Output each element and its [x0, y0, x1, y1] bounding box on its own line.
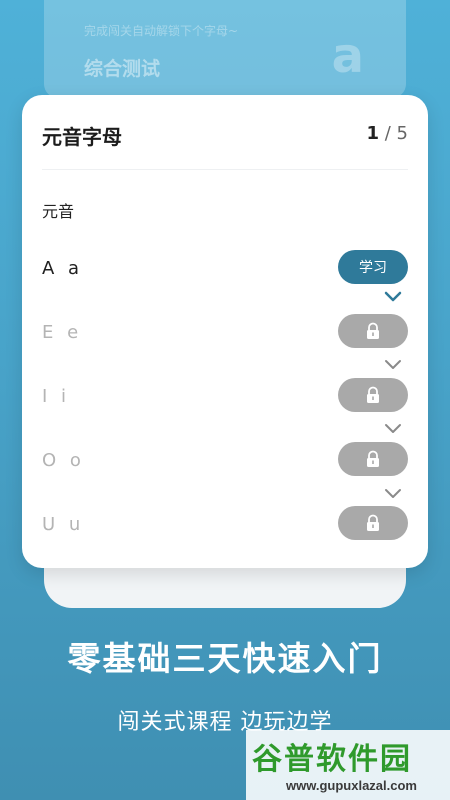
- chevron-down-icon: [385, 360, 401, 369]
- lesson-row-a[interactable]: A a 学习: [42, 250, 408, 286]
- background-card-title: 综合测试: [84, 58, 161, 80]
- locked-button[interactable]: [338, 442, 408, 476]
- card-title: 元音字母: [42, 125, 122, 149]
- lock-icon: [367, 450, 379, 467]
- lock-icon: [367, 514, 379, 531]
- card-header: 元音字母 1 / 5: [42, 113, 408, 170]
- watermark-logo: 谷普软件园: [252, 742, 412, 777]
- lesson-row-o[interactable]: O o: [42, 442, 408, 478]
- lesson-letter: O o: [42, 450, 85, 471]
- background-big-letter: a: [331, 28, 364, 84]
- locked-button[interactable]: [338, 378, 408, 412]
- chevron-down-icon: [385, 489, 401, 498]
- lesson-row-u[interactable]: U u: [42, 506, 408, 542]
- learn-button[interactable]: 学习: [338, 250, 408, 284]
- promo-headline: 零基础三天快速入门: [67, 639, 383, 678]
- lock-icon: [367, 322, 379, 339]
- lesson-card: 元音字母 1 / 5 元音 A a 学习 E e I i O o U u: [22, 95, 428, 568]
- lesson-row-e[interactable]: E e: [42, 314, 408, 350]
- lesson-letter: E e: [42, 322, 83, 343]
- background-hint-text: 完成闯关自动解锁下个字母~: [84, 24, 239, 38]
- locked-button[interactable]: [338, 314, 408, 348]
- lesson-row-i[interactable]: I i: [42, 378, 408, 414]
- lesson-letter: U u: [42, 514, 85, 535]
- section-label: 元音: [42, 202, 75, 221]
- locked-button[interactable]: [338, 506, 408, 540]
- learn-button-label: 学习: [359, 260, 387, 276]
- lesson-letter: A a: [42, 258, 84, 279]
- chevron-down-icon: [384, 291, 402, 302]
- chevron-down-icon: [385, 424, 401, 433]
- watermark: 谷普软件园 www.gupuxlazal.com: [246, 730, 450, 800]
- lock-icon: [367, 386, 379, 403]
- progress-indicator: 1 / 5: [366, 123, 408, 144]
- progress-separator: /: [384, 123, 391, 144]
- progress-current: 1: [366, 123, 379, 144]
- lesson-letter: I i: [42, 386, 71, 407]
- background-level-card: 完成闯关自动解锁下个字母~ 综合测试 a: [44, 0, 406, 98]
- progress-total: 5: [396, 123, 408, 144]
- watermark-url: www.gupuxlazal.com: [286, 778, 417, 793]
